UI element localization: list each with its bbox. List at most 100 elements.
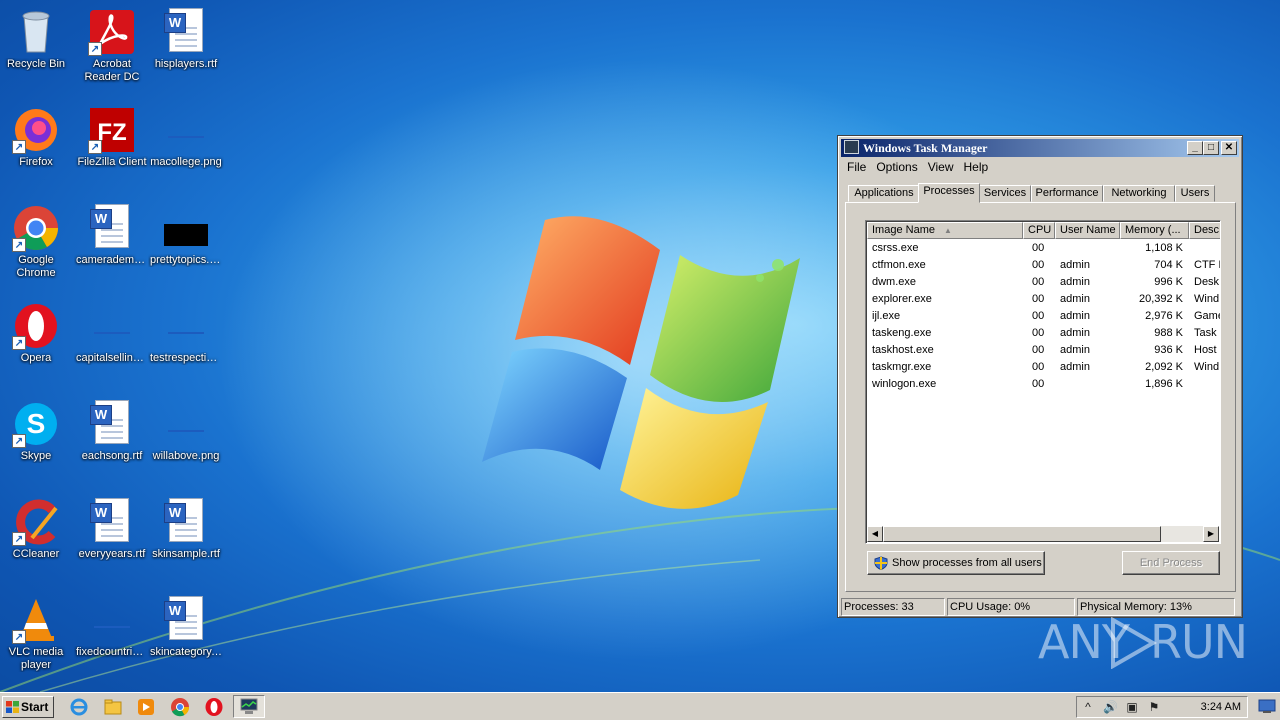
process-row[interactable]: taskhost.exe 00 admin 936 K Host	[867, 342, 1219, 359]
tab-applications[interactable]: Applications	[848, 185, 920, 202]
desktop-icon-testrespective[interactable]: testrespective.png	[148, 298, 224, 388]
image-thumbnail-icon	[162, 204, 210, 252]
desktop-icon-filezilla[interactable]: FZ ↗ FileZilla Client	[74, 102, 150, 192]
process-row[interactable]: csrss.exe 00 1,108 K	[867, 240, 1219, 257]
desktop-icon-label: VLC media player	[8, 646, 64, 671]
process-cell-user: admin	[1060, 259, 1090, 271]
process-row[interactable]: taskeng.exe 00 admin 988 K Task	[867, 325, 1219, 342]
process-cell-desc: Desk	[1194, 276, 1220, 288]
column-header-cpu[interactable]: CPU	[1023, 222, 1055, 239]
tab-processes[interactable]: Processes	[918, 183, 980, 203]
desktop-icon-ccleaner[interactable]: ↗ CCleaner	[0, 494, 74, 584]
process-cell-name: dwm.exe	[872, 276, 917, 288]
shortcut-arrow-icon: ↗	[88, 140, 102, 154]
desktop-icon-label: testrespective.png	[150, 352, 224, 364]
menu-view[interactable]: View	[923, 159, 959, 175]
desktop-icon-camerademocrats[interactable]: W camerademocrats.rtf	[74, 200, 150, 290]
process-row[interactable]: ctfmon.exe 00 admin 704 K CTF L	[867, 257, 1220, 274]
minimize-button[interactable]: _	[1187, 141, 1203, 155]
title-bar[interactable]: Windows Task Manager _ □ ✕	[841, 139, 1239, 157]
word-document-icon: W	[88, 498, 136, 546]
end-process-button[interactable]: End Process	[1122, 551, 1220, 575]
column-header-image-name[interactable]: Image Name ▲	[867, 222, 1023, 239]
process-cell-name: csrss.exe	[872, 242, 919, 254]
internet-explorer-icon[interactable]	[69, 697, 89, 717]
scroll-right-button[interactable]: ▶	[1203, 526, 1219, 542]
desktop-icon-label: skinsample.rtf	[152, 548, 220, 560]
menu-help[interactable]: Help	[959, 159, 994, 175]
process-row[interactable]: taskmgr.exe 00 admin 2,092 K Wind	[867, 359, 1219, 376]
process-cell-desc: Host	[1194, 344, 1217, 356]
start-label: Start	[21, 700, 49, 714]
menu-options[interactable]: Options	[871, 159, 922, 175]
opera-icon[interactable]	[204, 697, 224, 717]
desktop-icon-skincategory[interactable]: W skincategory.rtf	[148, 592, 224, 682]
show-desktop-icon[interactable]	[1258, 698, 1276, 714]
desktop-icon-eachsong[interactable]: W eachsong.rtf	[74, 396, 150, 486]
column-header-memory[interactable]: Memory (...	[1120, 222, 1189, 239]
desktop-icon-capitalselling[interactable]: capitalselling.png	[74, 298, 150, 388]
process-cell-mem: 704 K	[1154, 259, 1183, 271]
tab-services[interactable]: Services	[979, 185, 1031, 202]
clock[interactable]: 3:24 AM	[1201, 697, 1241, 717]
desktop-icon-macollege[interactable]: macollege.png	[148, 102, 224, 192]
chrome-icon[interactable]	[170, 697, 190, 717]
media-player-icon[interactable]	[136, 697, 156, 717]
desktop-icon-label: fixedcountries.png	[76, 646, 150, 658]
show-all-users-button[interactable]: Show processes from all users	[867, 551, 1045, 575]
process-cell-name: ctfmon.exe	[872, 259, 926, 271]
process-row[interactable]: explorer.exe 00 admin 20,392 K Wind	[867, 291, 1219, 308]
menu-file[interactable]: File	[842, 159, 871, 175]
desktop-icon-skinsample[interactable]: W skinsample.rtf	[148, 494, 224, 584]
desktop-icon-skype[interactable]: S ↗ Skype	[0, 396, 74, 486]
column-header-user-name[interactable]: User Name	[1055, 222, 1120, 239]
process-cell-cpu: 00	[1032, 327, 1045, 339]
desktop-icon-label: Acrobat Reader DC	[84, 58, 140, 83]
task-manager-icon	[240, 698, 258, 714]
process-cell-mem: 936 K	[1154, 344, 1183, 356]
desktop-icon-label: prettytopics.png	[150, 254, 224, 266]
network-icon[interactable]: ▣	[1125, 700, 1139, 714]
tab-networking[interactable]: Networking	[1103, 185, 1175, 202]
word-document-icon: W	[162, 498, 210, 546]
horizontal-scrollbar[interactable]: ◀ ▶	[867, 526, 1219, 542]
desktop-icon-fixedcountries[interactable]: fixedcountries.png	[74, 592, 150, 682]
desktop-icon-firefox[interactable]: ↗ Firefox	[0, 102, 74, 192]
process-row[interactable]: ijl.exe 00 admin 2,976 K Game	[867, 308, 1220, 325]
process-cell-user: admin	[1060, 344, 1090, 356]
maximize-button[interactable]: □	[1203, 141, 1219, 155]
desktop-icon-acrobat[interactable]: ↗ Acrobat Reader DC	[74, 4, 150, 94]
desktop-icon-everyyears[interactable]: W everyyears.rtf	[74, 494, 150, 584]
process-cell-mem: 988 K	[1154, 327, 1183, 339]
scroll-left-button[interactable]: ◀	[867, 526, 883, 542]
process-cell-mem: 1,896 K	[1145, 378, 1183, 390]
desktop-icon-hisplayers[interactable]: W hisplayers.rtf	[148, 4, 224, 94]
system-tray: ^ 🔊 ▣ ⚑ 3:24 AM	[1076, 696, 1248, 718]
desktop-icon-prettytopics[interactable]: prettytopics.png	[148, 200, 224, 290]
column-header-description[interactable]: Desc	[1189, 222, 1220, 239]
desktop-icon-willabove[interactable]: willabove.png	[148, 396, 224, 486]
image-file-icon	[88, 302, 136, 350]
anyrun-watermark: ANY RUN	[1038, 615, 1248, 671]
desktop-icon-recycle-bin[interactable]: Recycle Bin	[0, 4, 74, 94]
desktop-icon-chrome[interactable]: ↗ Google Chrome	[0, 200, 74, 290]
tab-performance[interactable]: Performance	[1031, 185, 1103, 202]
taskbar-button-task-manager[interactable]	[233, 695, 265, 718]
start-button[interactable]: Start	[2, 696, 54, 718]
status-physical-memory: Physical Memory: 13%	[1077, 598, 1235, 616]
action-center-flag-icon[interactable]: ⚑	[1147, 700, 1161, 714]
process-cell-user: admin	[1060, 361, 1090, 373]
task-manager-window[interactable]: Windows Task Manager _ □ ✕ File Options Vi…	[837, 135, 1243, 618]
desktop-icon-label: Opera	[20, 352, 52, 364]
process-row[interactable]: dwm.exe 00 admin 996 K Desk	[867, 274, 1219, 291]
desktop-icon-opera[interactable]: ↗ Opera	[0, 298, 74, 388]
close-button[interactable]: ✕	[1221, 141, 1237, 155]
volume-icon[interactable]: 🔊	[1103, 700, 1118, 714]
explorer-folder-icon[interactable]	[103, 697, 123, 717]
scrollbar-thumb[interactable]	[883, 526, 1161, 542]
show-hidden-icons-icon[interactable]: ^	[1081, 700, 1095, 714]
process-list[interactable]: Image Name ▲ CPU User Name Memory (... D…	[865, 220, 1221, 544]
desktop-icon-vlc[interactable]: ↗ VLC media player	[0, 592, 74, 682]
tab-users[interactable]: Users	[1175, 185, 1215, 202]
process-row[interactable]: winlogon.exe 00 1,896 K	[867, 376, 1219, 393]
